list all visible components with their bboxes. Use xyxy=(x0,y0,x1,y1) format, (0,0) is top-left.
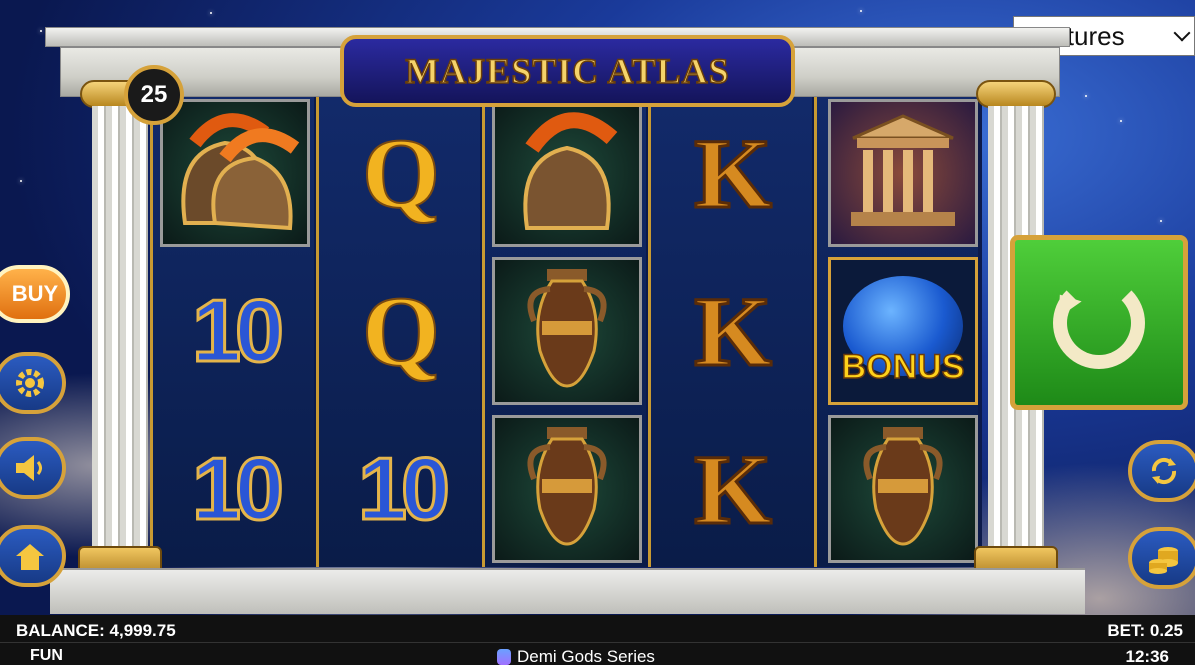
left-column xyxy=(78,80,162,600)
chevron-down-icon xyxy=(1173,24,1191,42)
symbol-helmet xyxy=(492,99,642,247)
star xyxy=(210,12,212,14)
symbol-king: K xyxy=(693,432,774,546)
reel-3 xyxy=(482,97,646,567)
gear-icon xyxy=(16,369,44,397)
star xyxy=(40,30,42,32)
reel-1: 10 10 xyxy=(150,97,314,567)
bet-value: 0.25 xyxy=(1149,621,1183,640)
star xyxy=(1085,95,1087,97)
symbol-vase xyxy=(492,415,642,563)
home-icon xyxy=(16,544,44,570)
coins-icon xyxy=(1149,547,1178,574)
star xyxy=(860,10,862,12)
autoplay-icon xyxy=(1151,457,1177,485)
symbol-king: K xyxy=(693,116,774,230)
sound-button[interactable] xyxy=(0,437,66,499)
series-logo-icon xyxy=(497,649,511,665)
temple-icon xyxy=(851,114,955,226)
series-label: Demi Gods Series xyxy=(497,647,655,665)
paylines-badge: 25 xyxy=(124,65,184,125)
balance-value: 4,999.75 xyxy=(109,621,176,640)
reel-5: BONUS xyxy=(814,97,978,567)
symbol-ten: 10 xyxy=(191,280,286,382)
home-button[interactable] xyxy=(0,525,66,587)
star xyxy=(1160,220,1162,222)
spin-button[interactable] xyxy=(1010,235,1188,410)
series-text: Demi Gods Series xyxy=(517,647,655,665)
symbol-queen: Q xyxy=(361,117,441,230)
autoplay-button[interactable] xyxy=(1128,440,1195,502)
buy-button[interactable]: BUY xyxy=(0,265,70,323)
status-bar: BALANCE: 4,999.75 BET: 0.25 FUN Demi God… xyxy=(0,615,1195,665)
reel-4: K K K xyxy=(648,97,812,567)
bet: BET: 0.25 xyxy=(1107,621,1183,641)
bet-button[interactable] xyxy=(1128,527,1195,589)
symbol-temple xyxy=(828,99,978,247)
symbol-king: K xyxy=(693,274,774,388)
game-screen: Features 10 10 Q Q 10 K K K BONUS MAJEST… xyxy=(0,0,1195,665)
play-mode: FUN xyxy=(30,647,63,664)
symbol-bonus: BONUS xyxy=(828,257,978,405)
star xyxy=(1120,120,1122,122)
game-title: MAJESTIC ATLAS xyxy=(340,35,795,107)
helmet-icon xyxy=(523,112,618,230)
clock: 12:36 xyxy=(1125,647,1169,665)
vase-icon xyxy=(527,269,607,388)
divider xyxy=(0,642,1195,643)
speaker-icon xyxy=(16,455,42,481)
symbol-ten: 10 xyxy=(357,438,452,540)
symbol-helmet xyxy=(160,99,310,247)
balance-label: BALANCE: xyxy=(16,621,105,640)
reel-grid: 10 10 Q Q 10 K K K BONUS xyxy=(150,97,982,567)
helmet-icon xyxy=(181,113,300,231)
bet-label: BET: xyxy=(1107,621,1146,640)
vase-icon xyxy=(527,427,607,546)
bonus-label: BONUS xyxy=(841,347,965,387)
vase-icon xyxy=(863,427,943,546)
settings-button[interactable] xyxy=(0,352,66,414)
temple-floor xyxy=(50,568,1085,614)
symbol-vase xyxy=(492,257,642,405)
reel-2: Q Q 10 xyxy=(316,97,480,567)
symbol-queen: Q xyxy=(361,275,441,388)
spin-icon xyxy=(1053,276,1145,369)
balance: BALANCE: 4,999.75 xyxy=(16,621,176,641)
star xyxy=(20,180,22,182)
symbol-vase xyxy=(828,415,978,563)
symbol-ten: 10 xyxy=(191,438,286,540)
